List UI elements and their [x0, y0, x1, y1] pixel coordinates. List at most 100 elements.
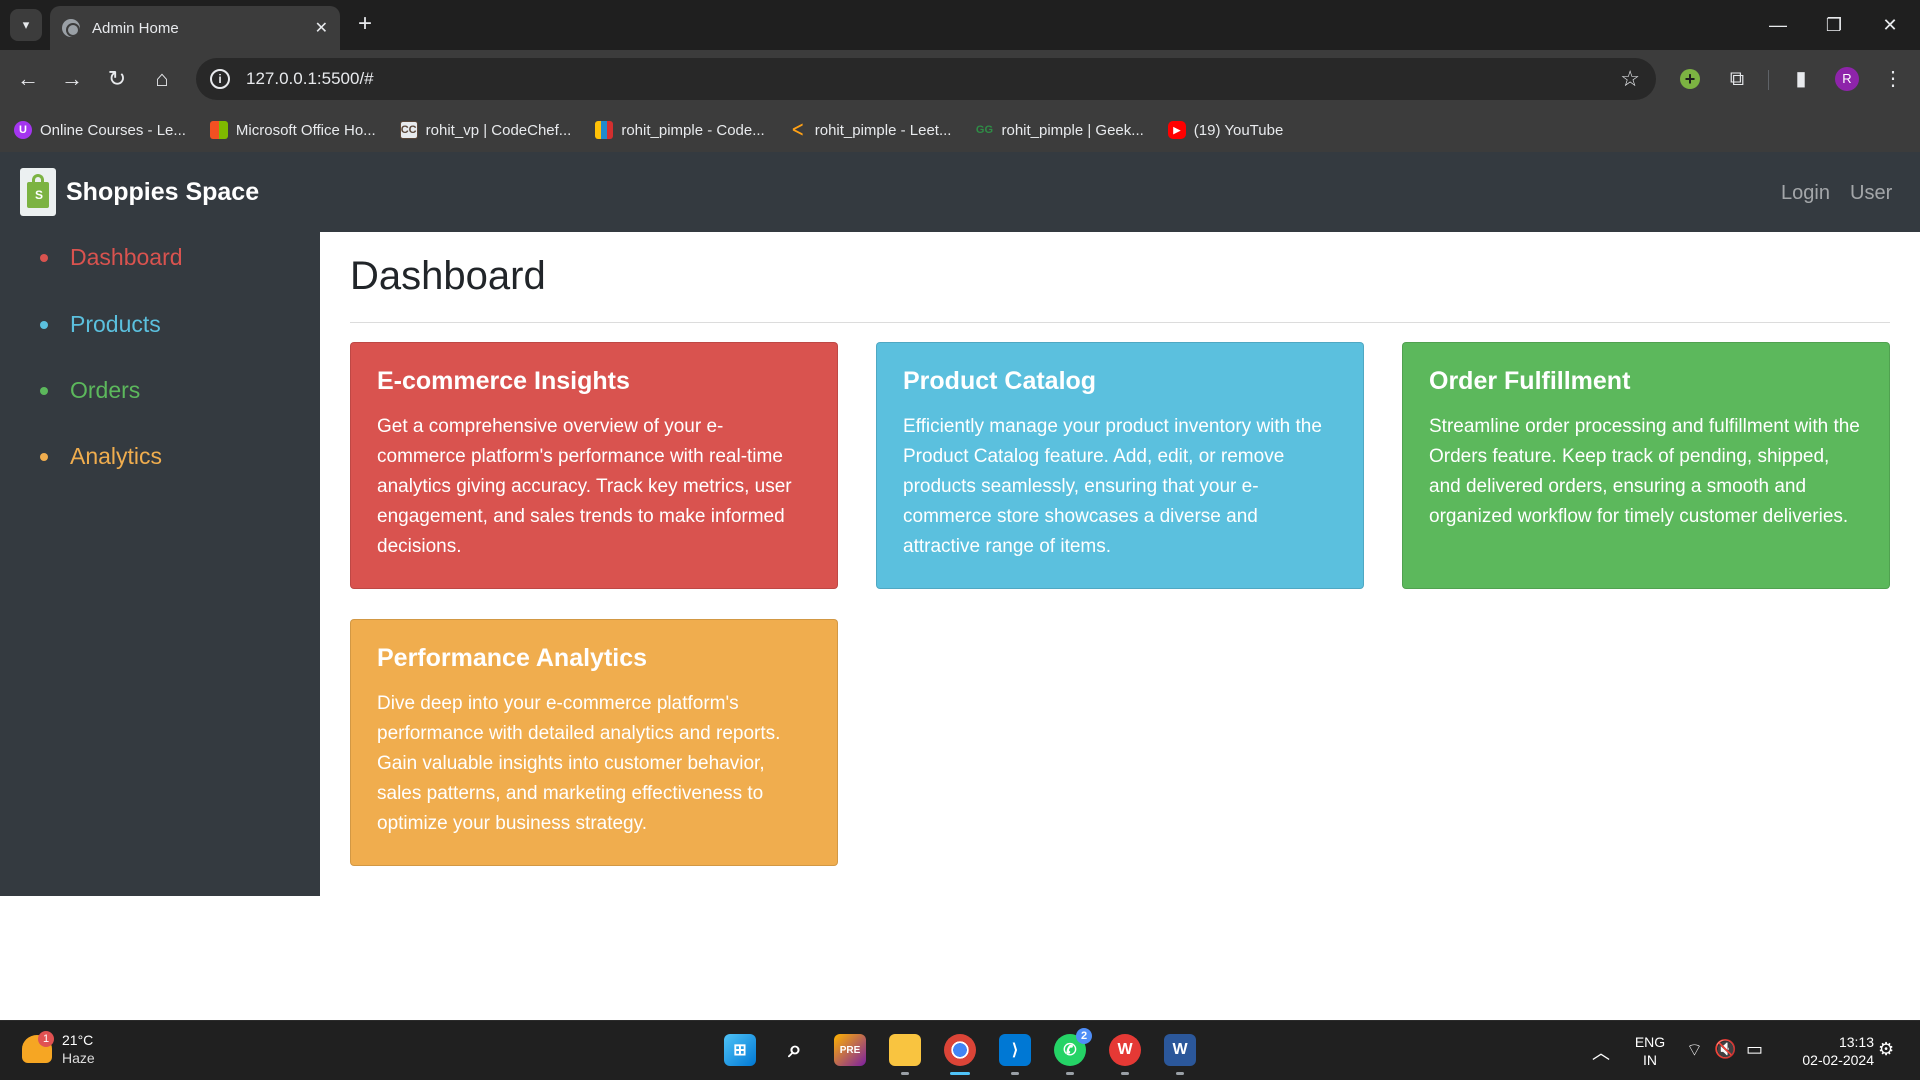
card-title: E-commerce Insights — [377, 367, 630, 395]
web-page: S Shoppies Space Login User Dashboard Pr… — [0, 152, 1920, 1020]
weather-haze-icon: 1 — [22, 1031, 54, 1063]
search-icon[interactable]: ⌕ — [779, 1034, 811, 1066]
address-bar[interactable]: i 127.0.0.1:5500/# ☆ — [196, 58, 1656, 100]
toolbar-divider — [1768, 70, 1769, 90]
user-link[interactable]: User — [1850, 182, 1892, 205]
lang-line1: ENG — [1634, 1034, 1666, 1050]
card-ecommerce-insights: E-commerce Insights Get a comprehensive … — [350, 342, 838, 589]
weather-badge: 1 — [38, 1031, 54, 1047]
card-order-fulfillment: Order Fulfillment Streamline order proce… — [1402, 342, 1890, 589]
card-text: Dive deep into your e-commerce platform'… — [377, 693, 781, 834]
bookmark-item[interactable]: Microsoft Office Ho... — [209, 121, 376, 139]
bookmark-label: rohit_pimple - Leet... — [814, 121, 952, 139]
bookmarks-bar: U Online Courses - Le... Microsoft Offic… — [0, 108, 1920, 152]
bookmark-label: rohit_pimple - Code... — [621, 121, 765, 139]
minimize-icon[interactable]: — — [1756, 10, 1800, 40]
bookmark-label: Online Courses - Le... — [40, 121, 186, 139]
extensions-puzzle-icon[interactable]: ⧉ — [1724, 66, 1750, 92]
bookmark-star-icon[interactable]: ☆ — [1620, 66, 1640, 92]
microsoft-icon — [209, 121, 228, 139]
sidebar-item-label: Dashboard — [70, 244, 183, 270]
vscode-icon[interactable]: ⟩ — [999, 1034, 1031, 1075]
reload-icon[interactable]: ↻ — [102, 64, 132, 94]
tab-search-dropdown-icon[interactable]: ▾ — [10, 9, 42, 41]
browser-tab-admin-home[interactable]: Admin Home ✕ — [50, 6, 340, 50]
close-tab-icon[interactable]: ✕ — [315, 18, 328, 38]
card-text: Streamline order processing and fulfillm… — [1429, 416, 1860, 527]
wifi-icon[interactable]: ⌔ — [1686, 1039, 1703, 1062]
card-performance-analytics: Performance Analytics Dive deep into you… — [350, 619, 838, 866]
bookmark-item[interactable]: ▶ (19) YouTube — [1167, 121, 1284, 139]
sidebar: Dashboard Products Orders Analytics — [0, 232, 320, 896]
language-indicator[interactable]: ENG IN — [1632, 1033, 1668, 1069]
codeforces-icon — [595, 121, 614, 139]
bookmark-item[interactable]: rohit_pimple - Code... — [595, 121, 765, 139]
url-text: 127.0.0.1:5500/# — [246, 69, 374, 88]
sidebar-item-products[interactable]: Products — [40, 311, 161, 338]
page-title: Dashboard — [350, 254, 546, 298]
word-icon[interactable]: W — [1164, 1034, 1196, 1075]
bookmark-item[interactable]: ᐸ rohit_pimple - Leet... — [789, 121, 952, 140]
card-title: Order Fulfillment — [1429, 367, 1631, 395]
card-text: Efficiently manage your product inventor… — [903, 416, 1322, 557]
sidebar-item-orders[interactable]: Orders — [40, 377, 140, 404]
notifications-icon[interactable]: ⚙ — [1878, 1039, 1894, 1060]
sidebar-item-label: Products — [70, 311, 161, 337]
bullet-icon — [40, 320, 48, 329]
bookmark-item[interactable]: GG rohit_pimple | Geek... — [975, 121, 1144, 139]
bookmark-label: rohit_vp | CodeChef... — [425, 121, 572, 139]
geeksforgeeks-icon: GG — [975, 124, 994, 136]
whatsapp-icon[interactable]: ✆ 2 — [1054, 1028, 1092, 1075]
weather-widget[interactable]: 1 21°C Haze — [22, 1031, 95, 1067]
lang-line2: IN — [1643, 1052, 1657, 1068]
shopping-bag-logo-icon[interactable]: S — [20, 168, 56, 216]
weather-temp: 21°C — [62, 1032, 94, 1048]
udemy-icon: U — [14, 121, 32, 139]
tab-title: Admin Home — [92, 19, 179, 37]
card-product-catalog: Product Catalog Efficiently manage your … — [876, 342, 1364, 589]
browser-tab-strip: ▾ Admin Home ✕ + — ❐ ✕ — [0, 0, 1920, 50]
window-close-icon[interactable]: ✕ — [1868, 10, 1912, 40]
divider — [350, 322, 1890, 323]
card-text: Get a comprehensive overview of your e-c… — [377, 416, 792, 557]
site-info-icon[interactable]: i — [210, 69, 230, 89]
show-hidden-icons-icon[interactable]: ︿ — [1592, 1039, 1610, 1065]
extension-add-icon[interactable]: + — [1680, 69, 1700, 89]
windows-start-icon[interactable]: ⊞ — [724, 1034, 756, 1066]
globe-icon — [62, 19, 80, 37]
forward-icon[interactable]: → — [57, 64, 87, 94]
sidebar-item-label: Analytics — [70, 443, 163, 469]
profile-avatar[interactable]: R — [1835, 67, 1859, 91]
sidebar-item-label: Orders — [70, 377, 141, 403]
top-navbar: S Shoppies Space Login User — [0, 152, 1920, 232]
card-title: Product Catalog — [903, 367, 1097, 395]
restore-icon[interactable]: ❐ — [1812, 10, 1856, 40]
login-link[interactable]: Login — [1781, 182, 1830, 205]
battery-icon[interactable]: ▭ — [1746, 1039, 1763, 1060]
bookmark-label: (19) YouTube — [1193, 121, 1284, 139]
clock-date: 02-02-2024 — [1802, 1052, 1874, 1068]
home-icon[interactable]: ⌂ — [147, 64, 177, 94]
file-explorer-icon[interactable] — [889, 1034, 921, 1075]
clock[interactable]: 13:13 02-02-2024 — [1784, 1033, 1874, 1069]
bookmark-item[interactable]: CC rohit_vp | CodeChef... — [399, 121, 572, 139]
chrome-icon[interactable] — [944, 1034, 976, 1075]
chrome-menu-icon[interactable]: ⋮ — [1880, 66, 1906, 92]
side-panel-icon[interactable]: ▮ — [1788, 66, 1814, 92]
card-title: Performance Analytics — [377, 644, 648, 672]
bookmark-label: Microsoft Office Ho... — [235, 121, 376, 139]
sidebar-item-analytics[interactable]: Analytics — [40, 443, 162, 470]
new-tab-icon[interactable]: + — [352, 12, 378, 38]
browser-toolbar: ← → ↻ ⌂ i 127.0.0.1:5500/# ☆ + ⧉ ▮ R ⋮ — [0, 50, 1920, 108]
bookmark-label: rohit_pimple | Geek... — [1001, 121, 1144, 139]
bookmark-item[interactable]: U Online Courses - Le... — [14, 121, 186, 139]
back-icon[interactable]: ← — [13, 64, 43, 94]
sidebar-item-dashboard[interactable]: Dashboard — [40, 244, 183, 271]
codechef-icon: CC — [399, 121, 418, 139]
leetcode-icon: ᐸ — [792, 122, 804, 139]
bullet-icon — [40, 386, 48, 395]
brand-name[interactable]: Shoppies Space — [66, 178, 259, 207]
copilot-icon[interactable]: PRE — [834, 1034, 866, 1066]
speaker-muted-icon[interactable]: 🔇 — [1714, 1039, 1736, 1060]
wps-office-icon[interactable]: W — [1109, 1034, 1141, 1075]
